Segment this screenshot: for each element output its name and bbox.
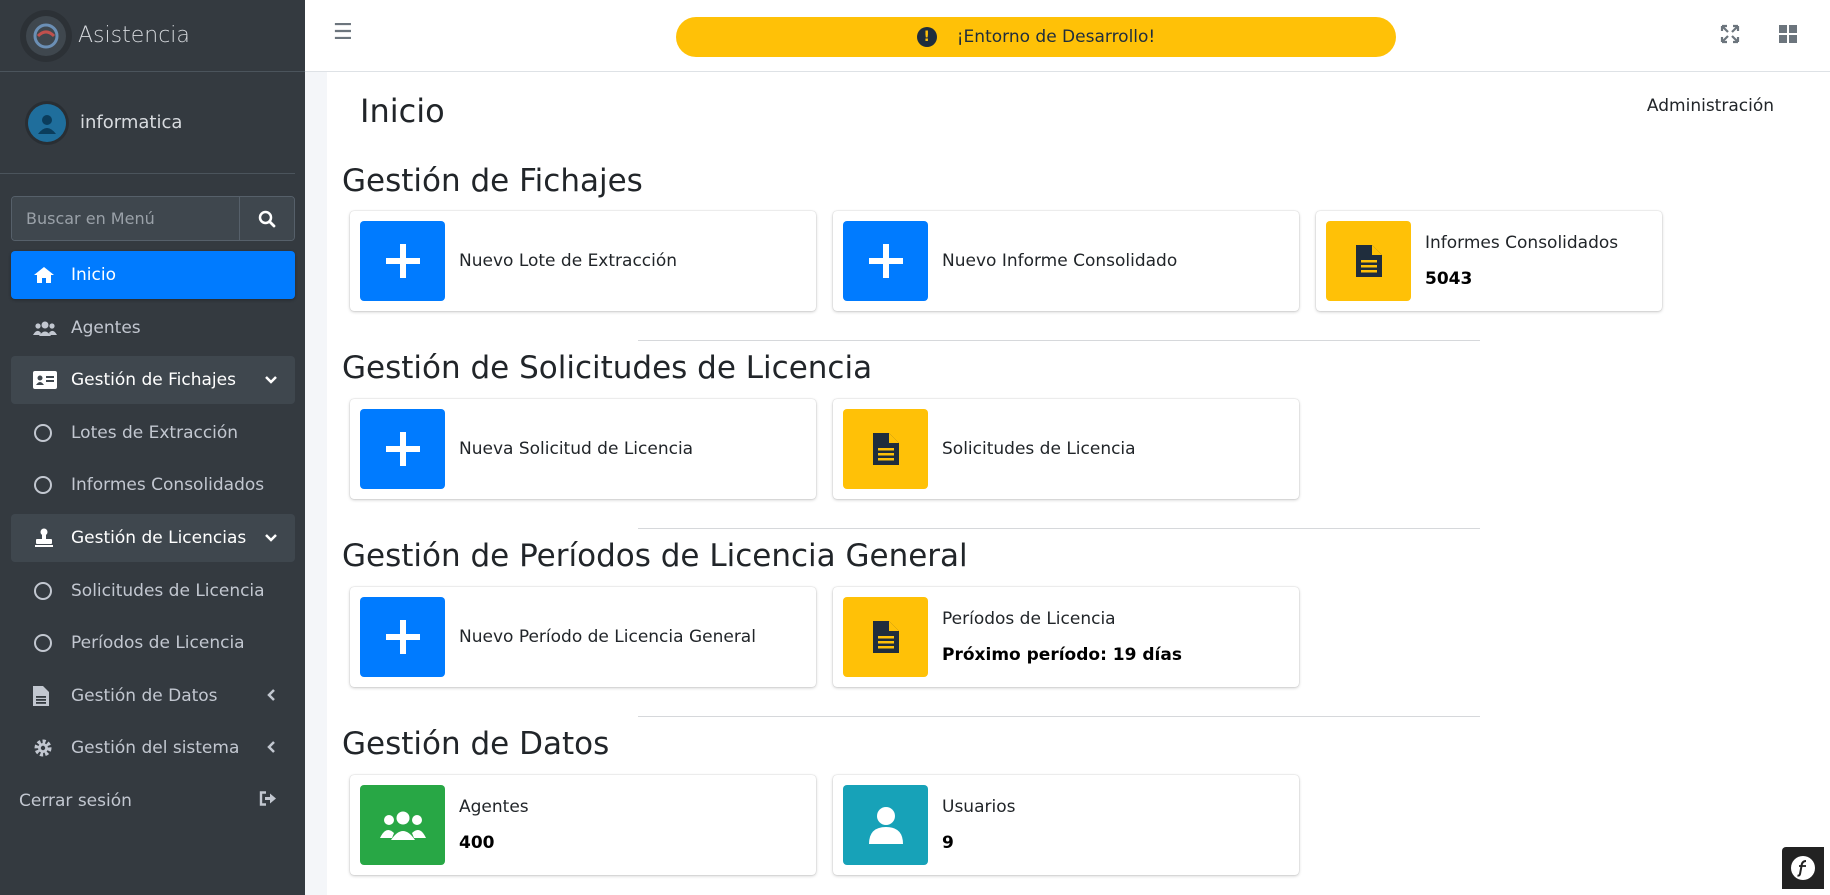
sidebar-item-gestion-sistema[interactable]: Gestión del sistema: [11, 724, 295, 772]
file-icon: [843, 409, 928, 489]
search-button[interactable]: [239, 197, 294, 240]
content-edge: [305, 72, 327, 895]
avatar: [28, 103, 66, 142]
sidebar-item-gestion-fichajes[interactable]: Gestión de Fichajes: [11, 356, 295, 405]
box-number: 9: [942, 833, 954, 853]
circle-icon: [33, 581, 61, 601]
id-card-icon: [33, 371, 61, 390]
sidebar-item-label: Períodos de Licencia: [71, 633, 245, 654]
new-request-box[interactable]: Nueva Solicitud de Licencia: [350, 399, 816, 499]
sidebar-item-periodos-licencia[interactable]: Períodos de Licencia: [11, 619, 295, 667]
sidebar-item-label: Solicitudes de Licencia: [71, 580, 265, 601]
sidebar-item-informes-consolidados[interactable]: Informes Consolidados: [11, 461, 295, 509]
chevron-left-icon: [267, 738, 277, 758]
circle-icon: [33, 475, 61, 495]
sidebar-item-label: Gestión de Fichajes: [71, 370, 236, 391]
new-report-box[interactable]: Nuevo Informe Consolidado: [833, 211, 1299, 311]
plus-icon: [360, 221, 445, 301]
box-text: Períodos de Licencia: [942, 609, 1116, 629]
home-icon: [33, 266, 61, 284]
box-number: 5043: [1425, 269, 1473, 289]
chevron-down-icon: [265, 370, 277, 390]
user-name: informatica: [80, 112, 183, 133]
search-icon: [258, 210, 276, 227]
box-number: Próximo período: 19 días: [942, 645, 1182, 665]
users-icon: [33, 320, 61, 336]
section-title-datos: Gestión de Datos: [342, 726, 610, 762]
reports-box[interactable]: Informes Consolidados 5043: [1316, 211, 1662, 311]
box-text: Nuevo Informe Consolidado: [942, 251, 1178, 271]
users-box[interactable]: Usuarios 9: [833, 775, 1299, 875]
page-title: Inicio: [360, 92, 445, 130]
section-title-fichajes: Gestión de Fichajes: [342, 163, 643, 199]
sidebar-item-label: Gestión de Datos: [71, 685, 218, 706]
periods-box[interactable]: Períodos de Licencia Próximo período: 19…: [833, 587, 1299, 687]
sidebar-item-label: Inicio: [71, 265, 116, 285]
chevron-down-icon: [265, 528, 277, 548]
box-text: Nueva Solicitud de Licencia: [459, 439, 694, 459]
sidebar-item-label: Lotes de Extracción: [71, 422, 239, 443]
user-icon: [843, 785, 928, 865]
file-icon: [1326, 221, 1411, 301]
top-navbar: ☰ ! ¡Entorno de Desarrollo!: [305, 0, 1830, 72]
sidebar-item-gestion-datos[interactable]: Gestión de Datos: [11, 672, 295, 720]
plus-icon: [360, 597, 445, 677]
box-text: Solicitudes de Licencia: [942, 439, 1136, 459]
circle-icon: [33, 633, 61, 653]
brand-text: Asistencia: [78, 23, 190, 48]
sidebar-item-lotes-extraccion[interactable]: Lotes de Extracción: [11, 409, 295, 457]
new-batch-box[interactable]: Nuevo Lote de Extracción: [350, 211, 816, 311]
plus-icon: [360, 409, 445, 489]
sidebar-item-gestion-licencias[interactable]: Gestión de Licencias: [11, 513, 295, 562]
sidebar-item-cerrar-sesion[interactable]: Cerrar sesión: [11, 777, 295, 825]
brand-link[interactable]: Asistencia: [0, 0, 305, 72]
dev-environment-banner: ! ¡Entorno de Desarrollo!: [676, 17, 1396, 57]
box-text: Usuarios: [942, 797, 1016, 817]
sidebar: Asistencia informatica Inicio Agentes Ge…: [0, 0, 305, 895]
hamburger-menu-icon[interactable]: ☰: [333, 22, 353, 44]
agents-box[interactable]: Agentes 400: [350, 775, 816, 875]
box-text: Informes Consolidados: [1425, 233, 1619, 253]
box-number: 400: [459, 833, 495, 853]
menu-search: [11, 196, 295, 241]
divider: [638, 528, 1480, 529]
chevron-left-icon: [267, 686, 277, 706]
grid-icon[interactable]: [1778, 24, 1798, 48]
sidebar-item-inicio[interactable]: Inicio: [11, 251, 295, 299]
banner-text: ¡Entorno de Desarrollo!: [956, 27, 1156, 47]
users-icon: [360, 785, 445, 865]
exclamation-icon: !: [916, 27, 937, 47]
box-text: Nuevo Lote de Extracción: [459, 251, 678, 271]
admin-link[interactable]: Administración: [1647, 96, 1774, 116]
file-icon: [33, 685, 61, 706]
search-input[interactable]: [12, 197, 239, 240]
divider: [638, 340, 1480, 341]
sidebar-item-label: Gestión de Licencias: [71, 527, 247, 548]
section-title-licencias: Gestión de Solicitudes de Licencia: [342, 350, 873, 386]
circle-icon: [33, 423, 61, 443]
sign-out-icon: [259, 790, 277, 811]
box-text: Nuevo Período de Licencia General: [459, 627, 756, 647]
sidebar-item-label: Gestión del sistema: [71, 738, 240, 759]
content-wrapper: Inicio Administración Gestión de Fichaje…: [305, 72, 1830, 895]
user-panel[interactable]: informatica: [0, 72, 295, 174]
new-period-box[interactable]: Nuevo Período de Licencia General: [350, 587, 816, 687]
symfony-toolbar-icon[interactable]: [1782, 847, 1824, 889]
brand-logo: [26, 15, 66, 56]
gear-icon: [33, 738, 61, 758]
stamp-icon: [33, 528, 61, 548]
section-title-periodos: Gestión de Períodos de Licencia General: [342, 538, 968, 574]
sidebar-item-label: Cerrar sesión: [19, 790, 132, 811]
requests-box[interactable]: Solicitudes de Licencia: [833, 399, 1299, 499]
box-text: Agentes: [459, 797, 529, 817]
sidebar-item-solicitudes-licencia[interactable]: Solicitudes de Licencia: [11, 567, 295, 615]
fullscreen-icon[interactable]: [1720, 24, 1740, 48]
sidebar-item-label: Informes Consolidados: [71, 475, 265, 496]
divider: [638, 716, 1480, 717]
plus-icon: [843, 221, 928, 301]
sidebar-item-agentes[interactable]: Agentes: [11, 304, 295, 352]
file-icon: [843, 597, 928, 677]
sidebar-item-label: Agentes: [71, 317, 141, 338]
sidebar-nav: Inicio Agentes Gestión de Fichajes Lotes…: [0, 251, 305, 825]
